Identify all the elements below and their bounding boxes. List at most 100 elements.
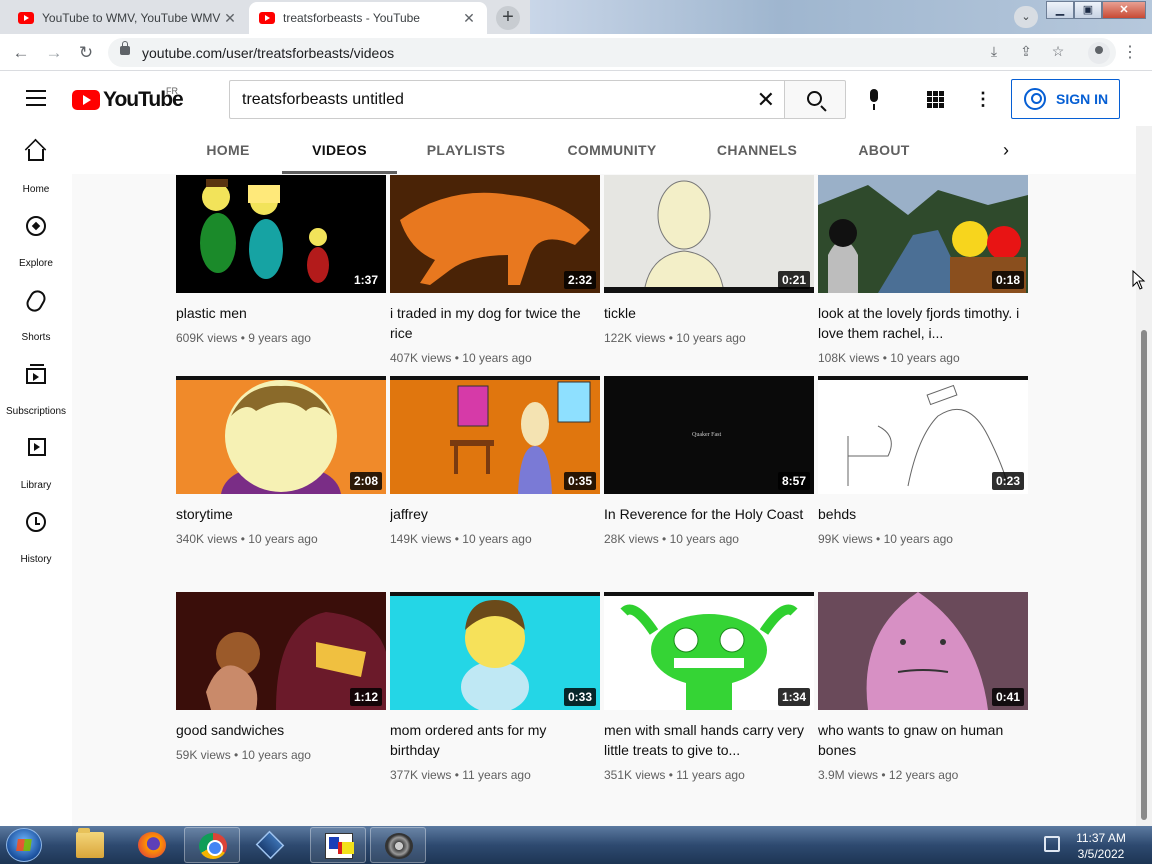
apps-grid-icon[interactable]	[927, 91, 944, 108]
video-meta: 28K views • 10 years ago	[604, 530, 814, 548]
video-title[interactable]: good sandwiches	[176, 720, 386, 740]
video-card[interactable]: 0:18 look at the lovely fjords timothy. …	[818, 175, 1028, 367]
tab-home[interactable]: HOME	[188, 126, 268, 174]
search-input[interactable]: treatsforbeasts untitled ✕	[229, 80, 785, 119]
guide-item-explore[interactable]: Explore	[0, 206, 72, 276]
address-bar[interactable]: youtube.com/user/treatsforbeasts/videos …	[108, 38, 1116, 67]
bookmark-star-icon[interactable]: ☆	[1048, 43, 1068, 60]
guide-item-shorts[interactable]: Shorts	[0, 280, 72, 350]
tab-channels[interactable]: CHANNELS	[704, 126, 810, 174]
taskbar-virtualbox[interactable]	[242, 827, 298, 863]
view-count: 609K views	[176, 331, 238, 345]
tab-about[interactable]: ABOUT	[844, 126, 924, 174]
taskbar-clock[interactable]: 11:37 AM 3/5/2022	[1070, 830, 1132, 862]
video-thumbnail[interactable]: 0:41	[818, 592, 1028, 710]
close-tab-icon[interactable]: ✕	[222, 10, 238, 27]
video-title[interactable]: mom ordered ants for my birthday	[390, 720, 600, 760]
duration-badge: 1:34	[777, 688, 810, 706]
video-title[interactable]: tickle	[604, 303, 814, 323]
minimize-button[interactable]: ▁	[1046, 1, 1074, 19]
video-card[interactable]: 1:12 good sandwiches 59K views • 10 year…	[176, 592, 386, 764]
install-icon[interactable]: ⤓	[984, 43, 1004, 60]
url-text: youtube.com/user/treatsforbeasts/videos	[142, 45, 395, 61]
tab-playlists[interactable]: PLAYLISTS	[412, 126, 520, 174]
video-thumbnail[interactable]: 0:21	[604, 175, 814, 293]
library-icon	[28, 438, 46, 456]
page-scrollbar[interactable]	[1136, 126, 1152, 826]
video-title[interactable]: men with small hands carry very little t…	[604, 720, 814, 760]
guide-item-home[interactable]: Home	[0, 132, 72, 202]
video-thumbnail[interactable]: 0:35	[390, 376, 600, 494]
new-tab-button[interactable]: +	[496, 6, 520, 30]
hamburger-menu-icon[interactable]	[26, 90, 46, 106]
video-card[interactable]: 0:35 jaffrey 149K views • 10 years ago	[390, 376, 600, 548]
back-arrow-icon[interactable]: ←	[10, 42, 32, 64]
video-card[interactable]: 1:37 plastic men 609K views • 9 years ag…	[176, 175, 386, 347]
taskbar-paint[interactable]	[310, 827, 366, 863]
guide-item-library[interactable]: Library	[0, 428, 72, 498]
taskbar-explorer[interactable]	[62, 827, 118, 863]
video-thumbnail[interactable]: 1:12	[176, 592, 386, 710]
start-button[interactable]	[6, 828, 42, 862]
guide-item-history[interactable]: History	[0, 502, 72, 572]
taskbar-firefox[interactable]	[124, 827, 180, 863]
video-title[interactable]: plastic men	[176, 303, 386, 323]
video-card[interactable]: 2:08 storytime 340K views • 10 years ago	[176, 376, 386, 548]
video-title[interactable]: who wants to gnaw on human bones	[818, 720, 1028, 760]
video-thumbnail[interactable]: 1:34	[604, 592, 814, 710]
video-thumbnail[interactable]: 1:37	[176, 175, 386, 293]
sign-in-label: SIGN IN	[1056, 91, 1109, 107]
video-thumbnail[interactable]: 0:23	[818, 376, 1028, 494]
video-thumbnail[interactable]: Quaker Fast 8:57	[604, 376, 814, 494]
video-thumbnail[interactable]: 0:18	[818, 175, 1028, 293]
taskbar-movie-maker[interactable]	[370, 827, 426, 863]
video-title[interactable]: i traded in my dog for twice the rice	[390, 303, 600, 343]
video-title[interactable]: jaffrey	[390, 504, 600, 524]
video-card[interactable]: 2:32 i traded in my dog for twice the ri…	[390, 175, 600, 367]
scrollbar-thumb[interactable]	[1141, 330, 1147, 820]
taskbar-chrome[interactable]	[184, 827, 240, 863]
meta-separator: •	[240, 331, 245, 345]
close-tab-icon[interactable]: ✕	[461, 10, 477, 27]
profile-avatar-icon[interactable]	[1088, 42, 1110, 64]
video-title[interactable]: In Reverence for the Holy Coast	[604, 504, 814, 524]
forward-arrow-icon[interactable]: →	[43, 42, 65, 64]
tab-community[interactable]: COMMUNITY	[552, 126, 672, 174]
guide-item-subscriptions[interactable]: Subscriptions	[0, 354, 72, 424]
video-thumbnail[interactable]: 2:08	[176, 376, 386, 494]
video-thumbnail[interactable]: 0:33	[390, 592, 600, 710]
browser-tab-youtube-to-wmv[interactable]: YouTube to WMV, YouTube WMV ✕	[8, 2, 248, 34]
clear-search-icon[interactable]: ✕	[757, 87, 775, 113]
video-card[interactable]: Quaker Fast 8:57 In Reverence for the Ho…	[604, 376, 814, 548]
video-card[interactable]: 0:23 behds 99K views • 10 years ago	[818, 376, 1028, 548]
settings-menu-icon[interactable]: ⋮	[974, 87, 992, 111]
network-tray-icon[interactable]	[1044, 836, 1060, 852]
sign-in-button[interactable]: SIGN IN	[1011, 79, 1120, 119]
browser-menu-icon[interactable]: ⋮	[1122, 42, 1138, 64]
video-card[interactable]: 0:41 who wants to gnaw on human bones 3.…	[818, 592, 1028, 784]
video-card[interactable]: 0:33 mom ordered ants for my birthday 37…	[390, 592, 600, 784]
video-title[interactable]: storytime	[176, 504, 386, 524]
chevron-right-icon[interactable]: ›	[994, 137, 1018, 163]
subscriptions-icon	[26, 364, 46, 384]
video-title[interactable]: look at the lovely fjords timothy. i lov…	[818, 303, 1028, 343]
youtube-favicon-icon	[259, 12, 275, 24]
browser-tab-treatsforbeasts[interactable]: treatsforbeasts - YouTube ✕	[249, 2, 487, 34]
share-icon[interactable]: ⇪	[1016, 43, 1036, 60]
youtube-favicon-icon	[18, 12, 34, 24]
search-button[interactable]	[784, 80, 846, 119]
video-thumbnail[interactable]: 2:32	[390, 175, 600, 293]
window-controls: ▁ ▣ ✕	[1046, 1, 1146, 19]
video-card[interactable]: 1:34 men with small hands carry very lit…	[604, 592, 814, 784]
video-card[interactable]: 0:21 tickle 122K views • 10 years ago	[604, 175, 814, 347]
tab-search-chevron-icon[interactable]: ⌄	[1014, 6, 1038, 28]
video-title[interactable]: behds	[818, 504, 1028, 524]
meta-separator: •	[668, 768, 673, 782]
reload-icon[interactable]: ↻	[75, 42, 97, 64]
maximize-button[interactable]: ▣	[1074, 1, 1102, 19]
video-meta: 351K views • 11 years ago	[604, 766, 814, 784]
voice-search-mic-icon[interactable]	[866, 89, 882, 111]
close-window-button[interactable]: ✕	[1102, 1, 1146, 19]
tab-videos[interactable]: VIDEOS	[282, 126, 397, 174]
meta-separator: •	[454, 768, 459, 782]
